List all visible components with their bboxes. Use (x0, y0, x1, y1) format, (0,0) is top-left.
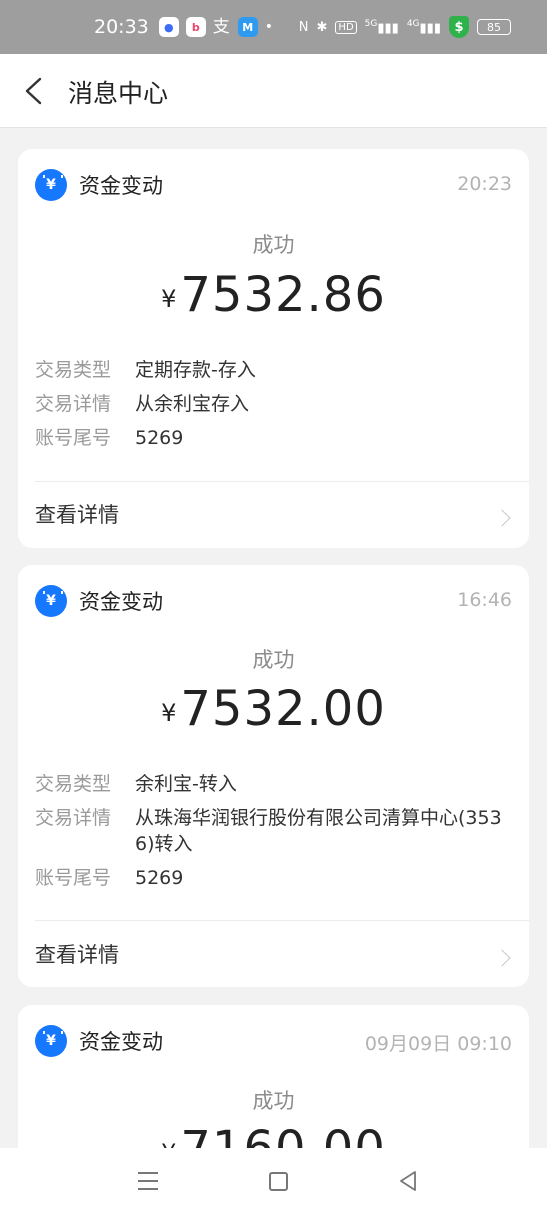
4g-signal-icon: 4G▮▮▮ (406, 18, 441, 36)
5g-signal-icon: 5G▮▮▮ (364, 18, 399, 36)
5g-label: 5G (364, 18, 378, 29)
nfc-icon: N (298, 19, 309, 35)
view-details-label: 查看详情 (35, 943, 119, 967)
alipay-icon: 支 (212, 16, 230, 37)
card-category: 资金变动 (79, 174, 163, 198)
chevron-right-icon (493, 949, 511, 967)
transaction-amount: ¥7532.86 (18, 267, 529, 323)
status-bar: 20:33 ● b 支 M • N ✱ HD 5G▮▮▮ 4G▮▮▮ $ 85 (0, 0, 547, 54)
bili-icon: b (185, 17, 206, 37)
currency-symbol: ¥ (161, 285, 177, 313)
card-category: 资金变动 (79, 1030, 163, 1054)
hd-label: HD (335, 20, 357, 34)
message-card[interactable]: ¥ 资金变动 16:46 成功 ¥7532.00 交易类型 余利宝-转入 交易详… (18, 565, 529, 987)
battery-icon: 85 (477, 19, 511, 35)
view-details-link[interactable]: 查看详情 (35, 939, 512, 979)
detail-row: 交易类型 定期存款-存入 (35, 357, 515, 383)
row-label: 账号尾号 (35, 427, 112, 449)
transaction-status: 成功 (252, 233, 295, 257)
card-time: 09月09日 09:10 (364, 1033, 512, 1055)
row-label: 交易详情 (35, 393, 112, 415)
row-value: 从余利宝存入 (135, 393, 250, 415)
view-details-link[interactable]: 查看详情 (35, 499, 512, 539)
detail-row: 交易类型 余利宝-转入 (35, 771, 515, 797)
notification-dot: • (264, 19, 274, 35)
bluetooth-icon: ✱ (316, 19, 328, 35)
calendar-yen-icon: ¥ (35, 1025, 67, 1057)
calendar-yen-icon: ¥ (35, 585, 67, 617)
card-time: 20:23 (457, 173, 512, 195)
shield-icon: $ (449, 16, 469, 38)
card-header: ¥ 资金变动 16:46 (18, 565, 529, 635)
transaction-amount: ¥7160.00 (18, 1121, 529, 1148)
row-value: 5269 (135, 867, 184, 889)
card-category: 资金变动 (79, 590, 163, 614)
system-nav-bar (0, 1148, 547, 1216)
view-details-label: 查看详情 (35, 503, 119, 527)
message-card[interactable]: ¥ 资金变动 09月09日 09:10 成功 ¥7160.00 (18, 1005, 529, 1148)
recent-apps-icon[interactable] (138, 1172, 158, 1190)
calendar-yen-icon: ¥ (35, 169, 67, 201)
row-value: 定期存款-存入 (135, 359, 256, 381)
card-header: ¥ 资金变动 20:23 (18, 149, 529, 219)
transaction-status: 成功 (252, 648, 295, 672)
4g-label: 4G (406, 18, 420, 29)
meituan-icon: M (237, 17, 258, 37)
amount-value: 7532.86 (180, 267, 386, 323)
back-arrow-icon[interactable] (22, 76, 46, 106)
row-value: 余利宝-转入 (135, 773, 237, 795)
detail-row: 交易详情 从珠海华润银行股份有限公司清算中心(3536)转入 (35, 805, 515, 857)
chevron-right-icon (493, 509, 511, 527)
amount-value: 7160.00 (180, 1121, 386, 1148)
row-label: 交易详情 (35, 807, 112, 829)
row-label: 交易类型 (35, 773, 112, 795)
card-time: 16:46 (457, 589, 512, 611)
page-title: 消息中心 (68, 79, 169, 108)
qq-icon: ● (158, 17, 179, 37)
card-header: ¥ 资金变动 09月09日 09:10 (18, 1005, 529, 1075)
status-time: 20:33 (94, 16, 149, 38)
divider (35, 920, 529, 921)
home-icon[interactable] (269, 1172, 288, 1191)
message-card[interactable]: ¥ 资金变动 20:23 成功 ¥7532.86 交易类型 定期存款-存入 交易… (18, 149, 529, 548)
row-value: 从珠海华润银行股份有限公司清算中心(3536)转入 (135, 807, 502, 855)
nav-back-icon[interactable] (398, 1170, 418, 1192)
detail-row: 账号尾号 5269 (35, 865, 515, 891)
amount-value: 7532.00 (180, 681, 386, 737)
transaction-status: 成功 (252, 1089, 295, 1113)
battery-level: 85 (487, 20, 501, 34)
detail-row: 交易详情 从余利宝存入 (35, 391, 515, 417)
row-label: 账号尾号 (35, 867, 112, 889)
transaction-amount: ¥7532.00 (18, 681, 529, 737)
app-header: 消息中心 (0, 54, 547, 128)
currency-symbol: ¥ (161, 1139, 176, 1148)
row-label: 交易类型 (35, 359, 112, 381)
detail-row: 账号尾号 5269 (35, 425, 515, 451)
row-value: 5269 (135, 427, 184, 449)
currency-symbol: ¥ (161, 699, 177, 727)
detail-rows: 交易类型 定期存款-存入 交易详情 从余利宝存入 账号尾号 5269 (35, 357, 515, 459)
message-list[interactable]: ¥ 资金变动 20:23 成功 ¥7532.86 交易类型 定期存款-存入 交易… (0, 128, 547, 1148)
detail-rows: 交易类型 余利宝-转入 交易详情 从珠海华润银行股份有限公司清算中心(3536)… (35, 771, 515, 899)
divider (35, 481, 529, 482)
